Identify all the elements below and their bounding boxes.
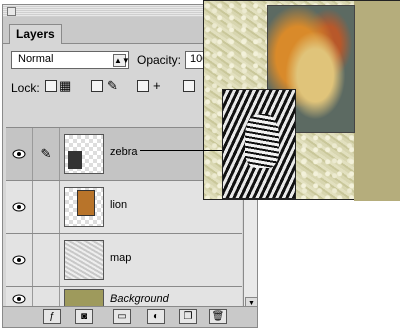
layer-name: zebra <box>110 146 138 158</box>
background-color-area <box>354 1 400 201</box>
move-icon: + <box>153 78 161 93</box>
close-box-icon[interactable] <box>7 7 16 16</box>
transparency-icon: ▦ <box>59 78 72 93</box>
chevron-updown-icon[interactable]: ▲▼ <box>113 54 130 67</box>
layer-name: Background <box>110 293 169 305</box>
zebra-thumbnail <box>68 151 82 169</box>
brush-icon[interactable]: ✎ <box>33 128 60 180</box>
lock-all-checkbox[interactable] <box>183 80 195 92</box>
link-slot[interactable] <box>33 234 60 286</box>
new-layer-button[interactable]: ❐ <box>179 309 197 324</box>
callout-line <box>140 150 222 151</box>
lock-label: Lock: <box>11 81 40 95</box>
brush-icon: ✎ <box>107 78 118 93</box>
tab-layers[interactable]: Layers <box>9 24 62 44</box>
layer-name: lion <box>110 199 128 211</box>
lock-position-checkbox[interactable] <box>137 80 149 92</box>
new-set-button[interactable]: ▭ <box>113 309 131 324</box>
eye-icon[interactable] <box>6 181 33 233</box>
blend-mode-select[interactable]: Normal ▲▼ <box>11 51 130 69</box>
layer-thumbnail[interactable] <box>64 240 104 280</box>
palette-bottom-bar: ƒ ◙ ▭ ◐ ❐ 🗑 <box>3 306 257 327</box>
lock-transparency-checkbox[interactable] <box>45 80 57 92</box>
zebra-layer-image <box>222 89 296 199</box>
opacity-label: Opacity: <box>137 53 182 67</box>
eye-icon[interactable] <box>6 234 33 286</box>
eye-icon[interactable] <box>6 128 33 180</box>
document-canvas[interactable] <box>203 0 400 201</box>
layer-row-map[interactable]: map <box>6 233 242 286</box>
layer-name: map <box>110 252 132 264</box>
layer-thumbnail[interactable] <box>64 134 104 174</box>
add-mask-button[interactable]: ◙ <box>75 309 93 324</box>
lock-image-checkbox[interactable] <box>91 80 103 92</box>
blend-mode-value: Normal <box>18 53 54 65</box>
zebra-head <box>245 114 279 168</box>
layer-style-button[interactable]: ƒ <box>43 309 61 324</box>
lion-thumbnail <box>77 190 95 216</box>
layer-thumbnail[interactable] <box>64 187 104 227</box>
new-adjustment-layer-button[interactable]: ◐ <box>147 309 165 324</box>
trash-icon[interactable]: 🗑 <box>209 309 227 324</box>
link-slot[interactable] <box>33 181 60 233</box>
